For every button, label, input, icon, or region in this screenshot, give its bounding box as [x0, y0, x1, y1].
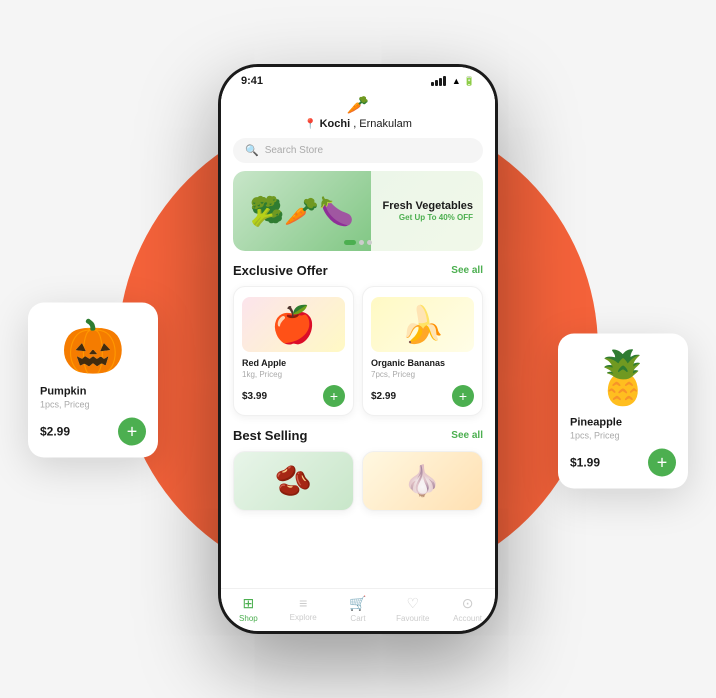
- exclusive-offer-header: Exclusive Offer See all: [221, 263, 495, 286]
- nav-item-account[interactable]: ⊙ Account: [440, 595, 495, 623]
- pumpkin-name: Pumpkin: [40, 386, 146, 398]
- banana-name: Organic Bananas: [371, 358, 474, 368]
- exclusive-offer-title: Exclusive Offer: [233, 263, 328, 278]
- pineapple-image: 🍍: [570, 346, 676, 411]
- nav-label-cart: Cart: [350, 614, 365, 623]
- banner-image: 🥦🥕🍆: [233, 171, 371, 251]
- location-row: 📍 Kochi , Ernakulam: [304, 118, 412, 130]
- pineapple-add-button[interactable]: +: [648, 449, 676, 477]
- pineapple-name: Pineapple: [570, 417, 676, 429]
- phone-frame: 9:41 ▲ 🔋 🥕 �: [218, 64, 498, 634]
- favourite-icon: ♡: [407, 595, 420, 612]
- phone-screen: 9:41 ▲ 🔋 🥕 �: [221, 67, 495, 631]
- banner-dots: [344, 240, 372, 245]
- banana-bottom: $2.99 +: [371, 385, 474, 407]
- shop-icon: ⊞: [243, 595, 255, 612]
- banana-image: 🍌: [371, 297, 474, 352]
- status-icons: ▲ 🔋: [431, 76, 475, 87]
- apple-add-button[interactable]: +: [323, 385, 345, 407]
- app-content: 🥕 📍 Kochi , Ernakulam 🔍 Search Store: [221, 91, 495, 588]
- pumpkin-bottom: $2.99 +: [40, 418, 146, 446]
- nav-label-favourite: Favourite: [396, 614, 429, 623]
- nav-label-explore: Explore: [290, 613, 317, 622]
- exclusive-offer-grid: 🍎 Red Apple 1kg, Priceg $3.99 + 🍌 Organi…: [221, 286, 495, 428]
- search-bar[interactable]: 🔍 Search Store: [233, 138, 483, 163]
- pumpkin-price: $2.99: [40, 425, 70, 439]
- explore-icon: ≡: [299, 595, 307, 611]
- best-selling-title: Best Selling: [233, 428, 307, 443]
- exclusive-offer-link[interactable]: See all: [451, 265, 483, 276]
- banner-title: Fresh Vegetables: [383, 200, 474, 213]
- cart-icon: 🛒: [349, 595, 366, 612]
- nav-item-shop[interactable]: ⊞ Shop: [221, 595, 276, 623]
- nav-label-shop: Shop: [239, 614, 258, 623]
- banana-unit: 7pcs, Priceg: [371, 370, 474, 379]
- apple-bottom: $3.99 +: [242, 385, 345, 407]
- banana-add-button[interactable]: +: [452, 385, 474, 407]
- banner-text: Fresh Vegetables Get Up To 40% OFF: [383, 200, 474, 222]
- nav-item-favourite[interactable]: ♡ Favourite: [385, 595, 440, 623]
- apple-name: Red Apple: [242, 358, 345, 368]
- banner-dot-3: [367, 240, 372, 245]
- search-icon: 🔍: [245, 144, 259, 157]
- app-header: 🥕 📍 Kochi , Ernakulam: [221, 91, 495, 138]
- signal-icon: [431, 76, 446, 86]
- best-item-ginger: 🧄: [362, 451, 483, 511]
- pineapple-price: $1.99: [570, 456, 600, 470]
- pineapple-bottom: $1.99 +: [570, 449, 676, 477]
- pumpkin-unit: 1pcs, Priceg: [40, 400, 146, 410]
- best-selling-link[interactable]: See all: [451, 430, 483, 441]
- status-bar: 9:41 ▲ 🔋: [221, 67, 495, 91]
- account-icon: ⊙: [462, 595, 474, 612]
- float-card-pumpkin: 🎃 Pumpkin 1pcs, Priceg $2.99 +: [28, 303, 158, 458]
- best-selling-grid: 🫘 🧄: [221, 451, 495, 511]
- float-card-pineapple: 🍍 Pineapple 1pcs, Priceg $1.99 +: [558, 334, 688, 489]
- app-logo: 🥕: [347, 95, 369, 116]
- phone-wrapper: 9:41 ▲ 🔋 🥕 �: [218, 64, 498, 634]
- banner-dot-1: [344, 240, 356, 245]
- banana-price: $2.99: [371, 391, 396, 402]
- nav-item-cart[interactable]: 🛒 Cart: [331, 595, 386, 623]
- nav-item-explore[interactable]: ≡ Explore: [276, 595, 331, 623]
- bottom-nav: ⊞ Shop ≡ Explore 🛒 Cart ♡ Favourite ⊙: [221, 588, 495, 631]
- search-placeholder-text: Search Store: [265, 145, 323, 156]
- pumpkin-image: 🎃: [40, 315, 146, 380]
- apple-image: 🍎: [242, 297, 345, 352]
- location-text: Kochi , Ernakulam: [320, 118, 412, 130]
- nav-label-account: Account: [453, 614, 482, 623]
- banner: 🥦🥕🍆 Fresh Vegetables Get Up To 40% OFF: [233, 171, 483, 251]
- best-item-beans: 🫘: [233, 451, 354, 511]
- product-card-apple: 🍎 Red Apple 1kg, Priceg $3.99 +: [233, 286, 354, 416]
- apple-unit: 1kg, Priceg: [242, 370, 345, 379]
- pineapple-unit: 1pcs, Priceg: [570, 431, 676, 441]
- status-time: 9:41: [241, 75, 263, 87]
- product-card-banana: 🍌 Organic Bananas 7pcs, Priceg $2.99 +: [362, 286, 483, 416]
- pumpkin-add-button[interactable]: +: [118, 418, 146, 446]
- banner-subtitle: Get Up To 40% OFF: [383, 213, 474, 222]
- banner-dot-2: [359, 240, 364, 245]
- location-pin-icon: 📍: [304, 119, 316, 130]
- apple-price: $3.99: [242, 391, 267, 402]
- best-selling-header: Best Selling See all: [221, 428, 495, 451]
